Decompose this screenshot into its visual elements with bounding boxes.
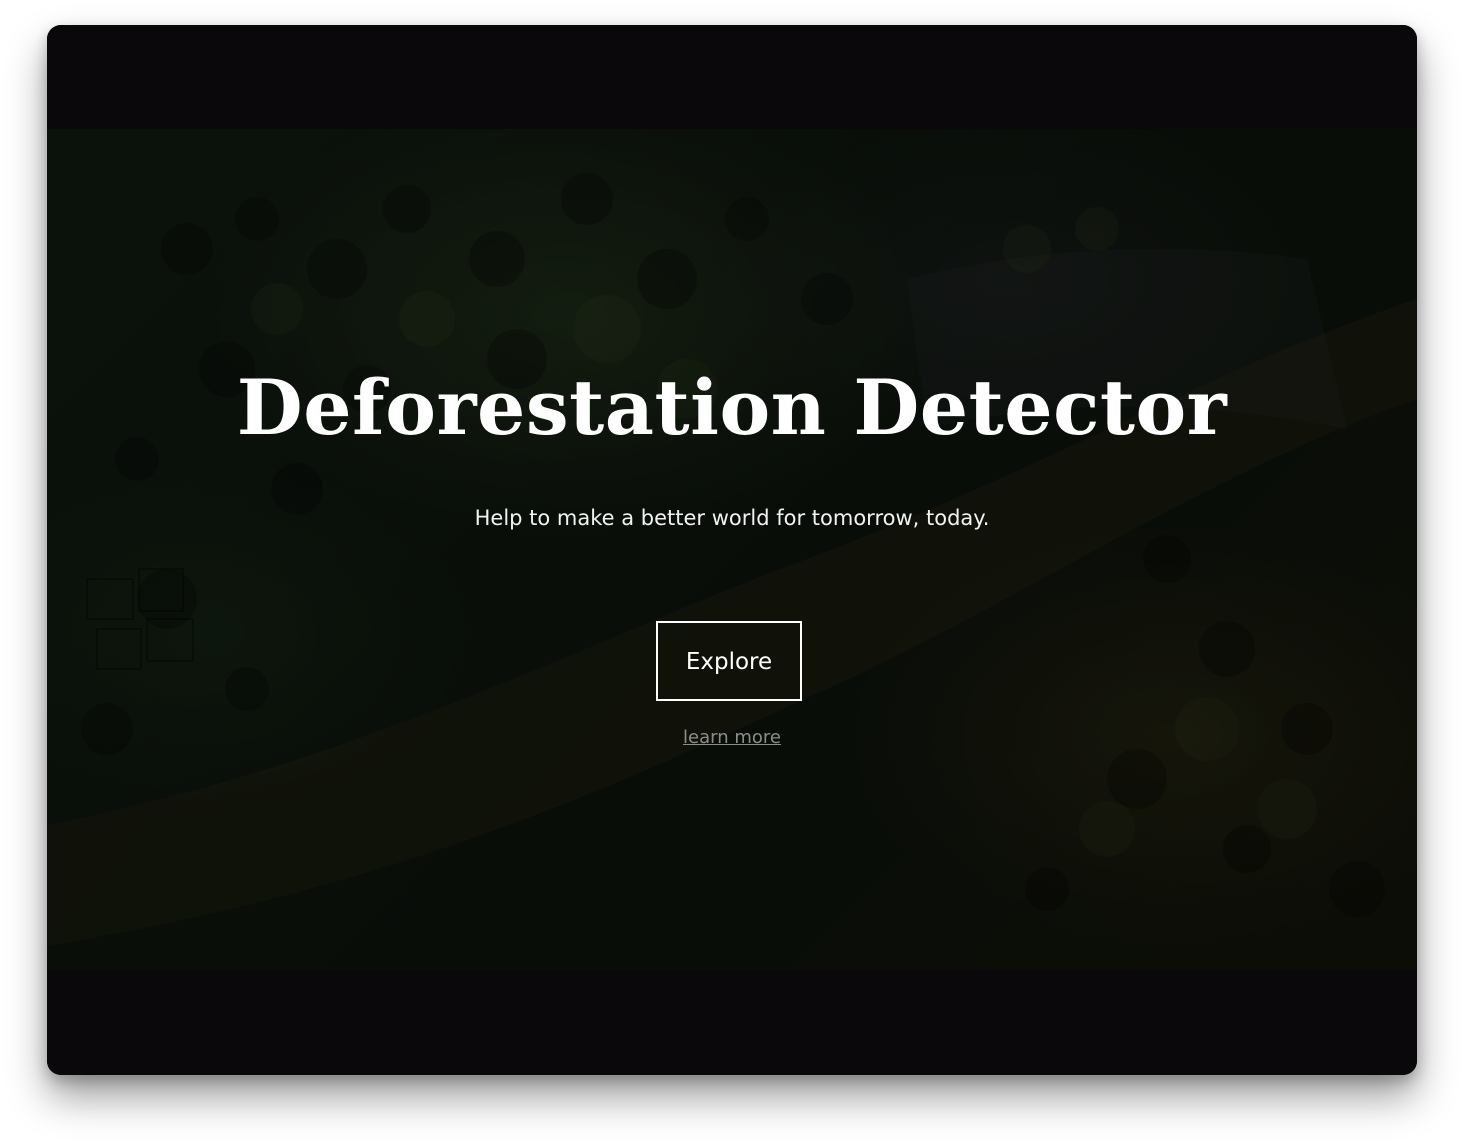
hero-subtitle: Help to make a better world for tomorrow… bbox=[474, 506, 990, 530]
explore-button[interactable]: Explore bbox=[656, 621, 802, 701]
page-title: Deforestation Detector bbox=[236, 363, 1228, 452]
top-letterbox-bar bbox=[47, 25, 1417, 129]
learn-more-link[interactable]: learn more bbox=[632, 725, 832, 751]
bottom-letterbox-bar bbox=[47, 970, 1417, 1075]
hero-section: Deforestation Detector Help to make a be… bbox=[47, 129, 1417, 970]
app-window: Deforestation Detector Help to make a be… bbox=[47, 25, 1417, 1075]
hero-content: Deforestation Detector Help to make a be… bbox=[47, 129, 1417, 970]
